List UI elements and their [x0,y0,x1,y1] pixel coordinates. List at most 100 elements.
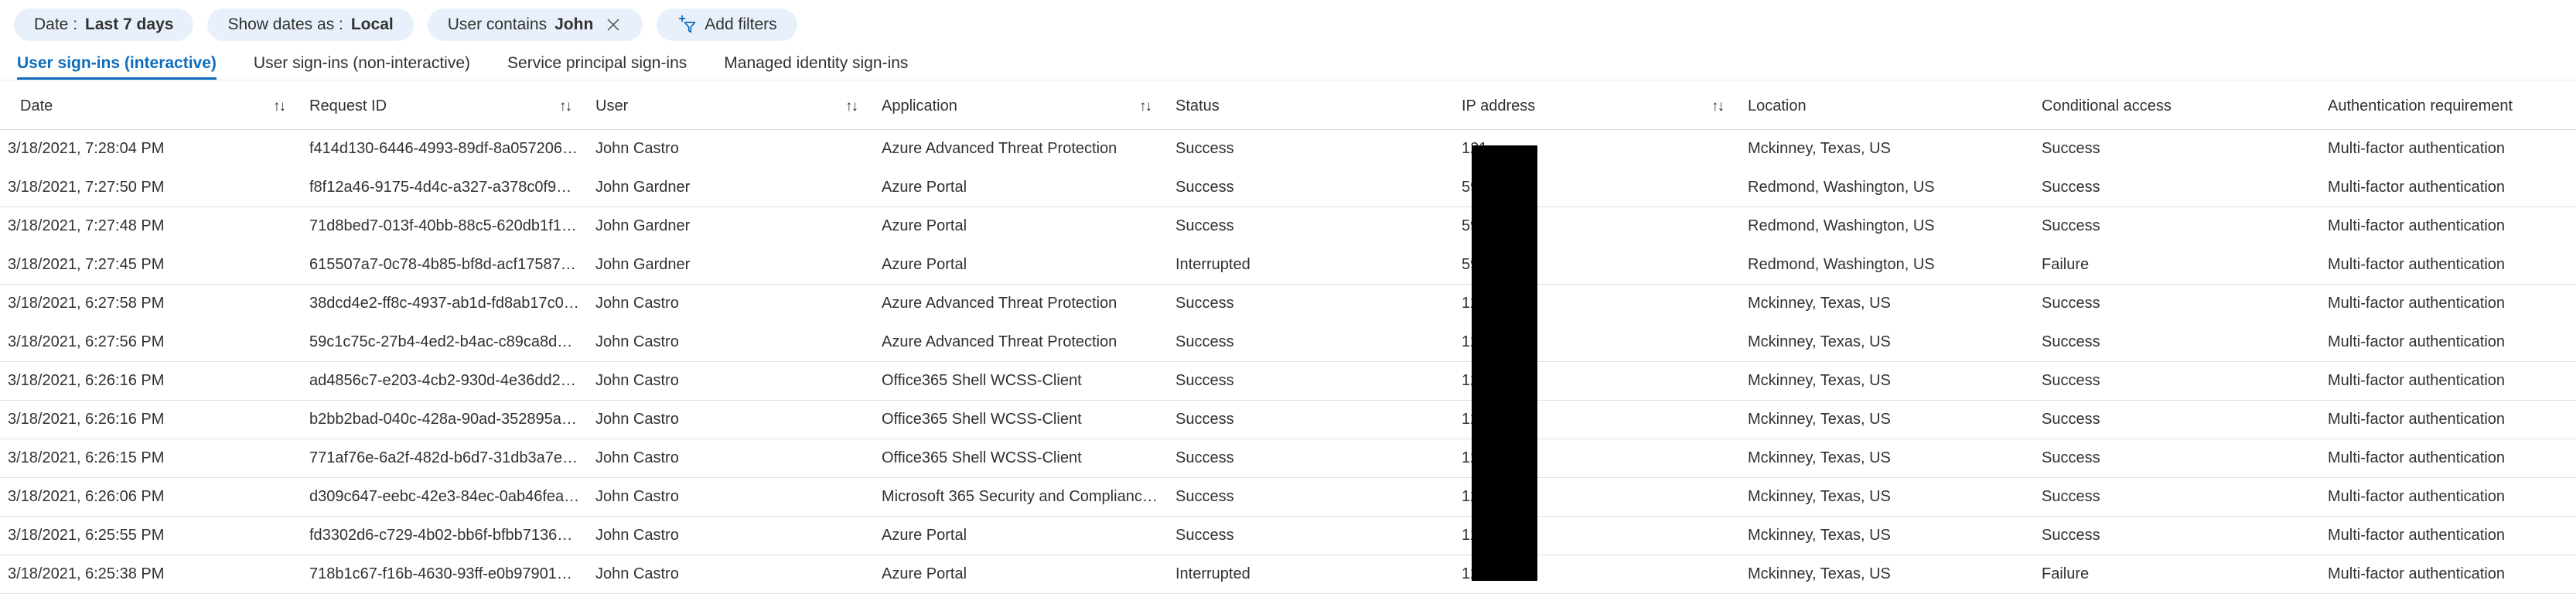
cell-authentication-requirement: Multi-factor authentication [2320,245,2576,285]
cell-date: 3/18/2021, 6:25:55 PM [0,516,302,555]
cell-conditional-access: Success [2042,217,2100,234]
table-body: 3/18/2021, 7:28:04 PM f414d130-6446-4993-… [0,130,2576,594]
tab-label: Managed identity sign-ins [724,54,909,72]
column-header-date[interactable]: Date ↑↓ [0,80,302,130]
cell-location: Mckinney, Texas, US [1740,323,2034,362]
cell-authentication-requirement: Multi-factor authentication [2320,323,2576,362]
close-icon[interactable] [604,15,623,34]
cell-location: Mckinney, Texas, US [1740,516,2034,555]
cell-date: 3/18/2021, 7:27:50 PM [0,168,302,207]
cell-status: Success [1175,140,1234,157]
table-row[interactable]: 3/18/2021, 6:26:06 PM d309c647-eebc-42e3-… [0,477,2576,517]
cell-authentication-requirement: Multi-factor authentication [2320,555,2576,594]
cell-ip-address: 121 [1454,555,1740,594]
cell-ip-address: 121 [1454,400,1740,439]
cell-authentication-requirement: Multi-factor authentication [2328,140,2506,157]
sign-ins-table: Date ↑↓ Request ID ↑↓ User ↑↓ Applicatio… [0,80,2576,594]
cell-ip-address: 121 [1454,516,1740,555]
filter-pill-user-contains-label: User contains [447,15,548,33]
column-header-request-id[interactable]: Request ID ↑↓ [302,80,588,130]
cell-ip-address: 121 [1454,361,1740,401]
column-header-conditional-access[interactable]: Conditional access [2034,80,2320,130]
cell-authentication-requirement: Multi-factor authentication [2320,168,2576,207]
table-row[interactable]: 3/18/2021, 6:27:58 PM 38dcd4e2-ff8c-4937-… [0,285,2576,323]
cell-application: Azure Advanced Threat Protection [882,295,1117,312]
cell-application: Microsoft 365 Security and Compliance … [874,477,1168,517]
column-header-label: Conditional access [2042,97,2172,114]
cell-ip-address: 59.79 [1454,168,1740,207]
cell-application: Azure Portal [874,516,1168,555]
table-row[interactable]: 3/18/2021, 7:27:48 PM 71d8bed7-013f-40bb-… [0,207,2576,246]
cell-user: John Castro [588,400,874,439]
cell-authentication-requirement: Multi-factor authentication [2320,516,2576,555]
cell-user: John Gardner [588,245,874,285]
cell-status: Success [1168,400,1454,439]
filter-pill-date[interactable]: Date : Last 7 days [14,9,194,41]
column-header-user[interactable]: User ↑↓ [588,80,874,130]
cell-date: 3/18/2021, 6:26:16 PM [0,400,302,439]
cell-location: Mckinney, Texas, US [1740,477,2034,517]
sign-ins-page: Date : Last 7 days Show dates as : Local… [0,0,2576,594]
cell-user: John Castro [588,516,874,555]
add-filter-icon [677,15,697,35]
cell-ip-address: 121 [1462,140,1488,157]
cell-date: 3/18/2021, 7:27:48 PM [8,217,165,234]
cell-user: John Gardner [588,168,874,207]
cell-application: Azure Advanced Threat Protection [874,323,1168,362]
cell-ip-address: 59.79 [1462,217,1501,234]
cell-request-id: 71d8bed7-013f-40bb-88c5-620db1f127… [309,217,588,234]
sort-toggle-icon[interactable]: ↑↓ [1139,99,1160,114]
sort-toggle-icon[interactable]: ↑↓ [559,99,580,114]
tab-user-sign-ins-non-interactive[interactable]: User sign-ins (non-interactive) [235,55,489,80]
cell-request-id: f414d130-6446-4993-89df-8a05720609… [309,140,588,157]
cell-request-id: 615507a7-0c78-4b85-bf8d-acf175870700 [302,245,588,285]
column-header-status[interactable]: Status [1168,80,1454,130]
filter-pill-user-contains[interactable]: User contains John [427,9,643,41]
cell-date: 3/18/2021, 7:27:45 PM [0,245,302,285]
cell-ip-address: 121 [1454,477,1740,517]
cell-request-id: 771af76e-6a2f-482d-b6d7-31db3a7e24… [302,439,588,478]
sort-toggle-icon[interactable]: ↑↓ [845,99,866,114]
cell-authentication-requirement: Multi-factor authentication [2320,477,2576,517]
cell-application: Azure Portal [874,168,1168,207]
filter-pill-show-dates-as[interactable]: Show dates as : Local [207,9,414,41]
sort-toggle-icon[interactable]: ↑↓ [273,99,294,114]
table-header: Date ↑↓ Request ID ↑↓ User ↑↓ Applicatio… [0,80,2576,130]
cell-location: Mckinney, Texas, US [1740,361,2034,401]
cell-application: Office365 Shell WCSS-Client [874,361,1168,401]
column-header-location[interactable]: Location [1740,80,2034,130]
table-row[interactable]: 3/18/2021, 6:27:56 PM 59c1c75c-27b4-4ed2-… [0,323,2576,362]
sort-toggle-icon[interactable]: ↑↓ [1711,99,1732,114]
table-row[interactable]: 3/18/2021, 6:26:16 PM ad4856c7-e203-4cb2-… [0,361,2576,401]
tab-user-sign-ins-interactive[interactable]: User sign-ins (interactive) [14,55,235,80]
cell-status: Interrupted [1168,245,1454,285]
cell-request-id: 718b1c67-f16b-4630-93ff-e0b979016601 [302,555,588,594]
filter-pill-show-dates-as-label: Show dates as : [227,15,343,33]
table-row[interactable]: 3/18/2021, 6:26:16 PM b2bb2bad-040c-428a-… [0,400,2576,439]
cell-conditional-access: Success [2034,361,2320,401]
cell-application: Azure Portal [882,217,967,234]
cell-authentication-requirement: Multi-factor authentication [2328,217,2506,234]
cell-request-id: b2bb2bad-040c-428a-90ad-352895a40… [302,400,588,439]
column-header-ip-address[interactable]: IP address ↑↓ [1454,80,1740,130]
table-row[interactable]: 3/18/2021, 6:25:55 PM fd3302d6-c729-4b02-… [0,516,2576,555]
cell-conditional-access: Success [2034,439,2320,478]
tab-managed-identity-sign-ins[interactable]: Managed identity sign-ins [705,55,926,80]
cell-location: Redmond, Washington, US [1748,217,1935,234]
table-header-row: Date ↑↓ Request ID ↑↓ User ↑↓ Applicatio… [0,80,2576,130]
table-row[interactable]: 3/18/2021, 7:28:04 PM f414d130-6446-4993-… [0,130,2576,169]
table-row[interactable]: 3/18/2021, 6:26:15 PM 771af76e-6a2f-482d-… [0,439,2576,478]
table-row[interactable]: 3/18/2021, 7:27:45 PM 615507a7-0c78-4b85-… [0,245,2576,285]
cell-status: Success [1175,295,1234,312]
table-row[interactable]: 3/18/2021, 6:25:38 PM 718b1c67-f16b-4630-… [0,555,2576,594]
cell-authentication-requirement: Multi-factor authentication [2320,361,2576,401]
cell-request-id: ad4856c7-e203-4cb2-930d-4e36dd210… [302,361,588,401]
cell-status: Success [1168,439,1454,478]
column-header-application[interactable]: Application ↑↓ [874,80,1168,130]
column-header-authentication-requirement[interactable]: Authentication requirement [2320,80,2576,130]
cell-conditional-access: Success [2042,295,2100,312]
table-row[interactable]: 3/18/2021, 7:27:50 PM f8f12a46-9175-4d4c-… [0,168,2576,207]
tab-service-principal-sign-ins[interactable]: Service principal sign-ins [489,55,705,80]
add-filters-button[interactable]: Add filters [657,9,797,41]
cell-user: John Castro [588,361,874,401]
